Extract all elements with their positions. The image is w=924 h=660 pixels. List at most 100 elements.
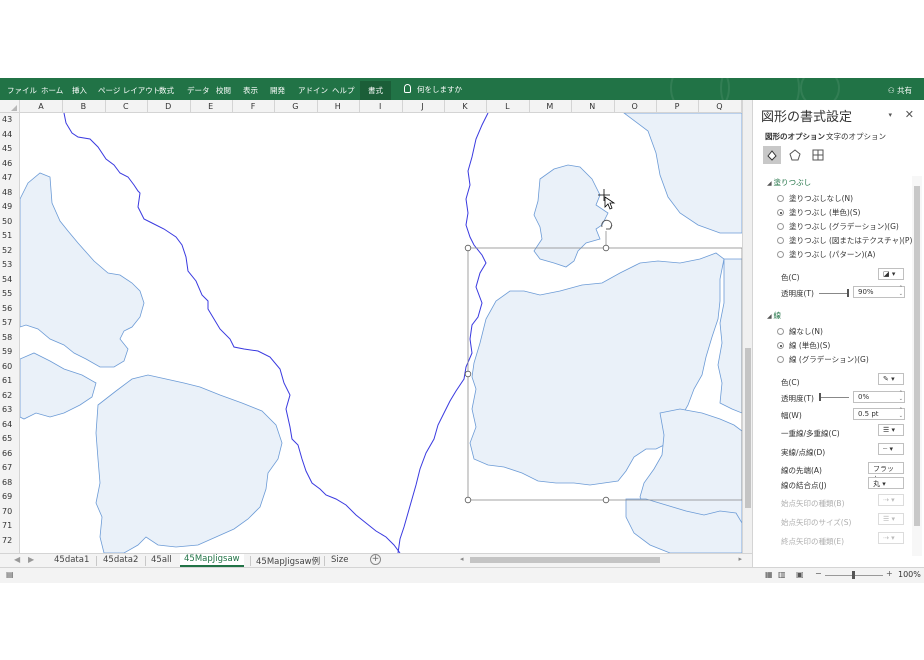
row-header[interactable]: 70 [2,507,12,516]
row-header[interactable]: 50 [2,217,12,226]
row-header[interactable]: 60 [2,362,12,371]
row-header[interactable]: 51 [2,231,12,240]
row-header[interactable]: 43 [2,115,12,124]
share-button[interactable]: ⚇ 共有 [888,85,912,96]
row-header[interactable]: 55 [2,289,12,298]
row-header[interactable]: 53 [2,260,12,269]
worksheet-grid[interactable] [20,113,742,553]
column-header[interactable]: B [62,102,104,111]
column-header[interactable]: P [656,102,698,111]
tab-developer[interactable]: 開発 [270,85,285,96]
column-header[interactable]: G [274,102,316,111]
row-header[interactable]: 44 [2,130,12,139]
line-transparency-slider[interactable] [819,397,849,398]
column-header[interactable]: J [402,102,444,111]
tab-format[interactable]: 書式 [360,81,391,100]
sheet-tab[interactable]: Size [331,555,348,565]
row-header[interactable]: 68 [2,478,12,487]
join-type-dropdown[interactable]: 丸 ▾ [868,477,904,489]
tab-help[interactable]: ヘルプ [332,85,355,96]
row-header[interactable]: 58 [2,333,12,342]
row-header[interactable]: 56 [2,304,12,313]
row-header[interactable]: 65 [2,434,12,443]
tab-file[interactable]: ファイル [7,85,37,96]
fill-picture-radio[interactable]: 塗りつぶし (図またはテクスチャ)(P) [777,235,912,246]
line-gradient-radio[interactable]: 線 (グラデーション)(G) [777,354,869,365]
line-transparency-slider-thumb[interactable] [819,393,821,401]
row-header[interactable]: 57 [2,318,12,327]
tab-shape-options[interactable]: 図形のオプション [765,131,825,142]
scroll-left-icon[interactable]: ◂ [460,555,464,563]
row-header[interactable]: 62 [2,391,12,400]
row-header[interactable]: 47 [2,173,12,182]
fill-transparency-slider-thumb[interactable] [847,289,849,297]
row-header[interactable]: 45 [2,144,12,153]
line-none-radio[interactable]: 線なし(N) [777,326,823,337]
tab-review[interactable]: 校閲 [216,85,231,96]
row-header[interactable]: 48 [2,188,12,197]
tab-insert[interactable]: 挿入 [72,85,87,96]
column-header[interactable]: E [190,102,232,111]
zoom-out-icon[interactable]: − [815,569,822,578]
sheet-tab[interactable]: 45data1 [54,555,89,565]
sheet-tab[interactable]: 45all [151,555,172,565]
line-transparency-input[interactable]: 0% [853,390,905,403]
horizontal-scrollbar[interactable]: ◂ ▸ [460,555,742,565]
line-solid-radio[interactable]: 線 (単色)(S) [777,340,830,351]
column-header[interactable]: F [232,102,274,111]
column-header[interactable]: O [614,102,656,111]
select-all-corner[interactable] [0,100,20,113]
line-color-picker[interactable]: ✎ ▾ [878,373,904,385]
tab-view[interactable]: 表示 [243,85,258,96]
dash-type-dropdown[interactable]: ┈ ▾ [878,443,904,455]
tab-formulas[interactable]: 数式 [159,85,174,96]
sheet-prev-icon[interactable]: ◀ [14,555,20,564]
page-break-view-icon[interactable]: ▣ [796,570,804,579]
column-header[interactable]: H [317,102,359,111]
row-header[interactable]: 64 [2,420,12,429]
normal-view-icon[interactable]: ▦ [765,570,773,579]
zoom-in-icon[interactable]: + [886,569,893,578]
vertical-scroll-thumb[interactable] [745,348,751,508]
column-header[interactable]: L [486,102,528,111]
fill-pattern-radio[interactable]: 塗りつぶし (パターン)(A) [777,249,875,260]
effects-icon[interactable] [786,146,804,164]
row-header[interactable]: 59 [2,347,12,356]
row-header[interactable]: 49 [2,202,12,211]
row-header[interactable]: 72 [2,536,12,545]
line-width-input[interactable]: 0.5 pt [853,407,905,420]
column-header[interactable]: Q [698,102,740,111]
row-header[interactable]: 67 [2,463,12,472]
sheet-tab-active[interactable]: 45MapJigsaw [180,554,244,567]
scroll-right-icon[interactable]: ▸ [738,555,742,563]
tab-home[interactable]: ホーム [41,85,63,96]
line-section-header[interactable]: 線 [767,310,782,321]
column-header[interactable]: M [529,102,571,111]
tell-me-box[interactable]: 何をしますか [404,84,462,95]
tab-data[interactable]: データ [187,85,210,96]
tab-addins[interactable]: アドイン [298,85,328,96]
fill-solid-radio[interactable]: 塗りつぶし (単色)(S) [777,207,860,218]
zoom-level[interactable]: 100% [898,570,921,579]
size-properties-icon[interactable] [809,146,827,164]
fill-color-picker[interactable]: ◪ ▾ [878,268,904,280]
sheet-next-icon[interactable]: ▶ [28,555,34,564]
cap-type-dropdown[interactable]: フラット ▾ [868,462,904,483]
add-sheet-icon[interactable]: + [370,554,381,565]
fill-gradient-radio[interactable]: 塗りつぶし (グラデーション)(G) [777,221,899,232]
pane-scrollbar[interactable] [912,176,922,556]
row-header[interactable]: 71 [2,521,12,530]
fill-line-icon[interactable] [763,146,781,164]
column-header[interactable]: A [20,102,62,111]
sheet-tab[interactable]: 45data2 [103,555,138,565]
vertical-scrollbar[interactable] [742,100,752,553]
row-header[interactable]: 63 [2,405,12,414]
pane-scroll-thumb[interactable] [914,186,920,526]
macro-record-icon[interactable]: ▤ [6,570,14,579]
horizontal-scroll-thumb[interactable] [470,557,660,563]
row-header[interactable]: 52 [2,246,12,255]
fill-none-radio[interactable]: 塗りつぶしなし(N) [777,193,853,204]
zoom-slider-thumb[interactable] [852,571,855,579]
row-header[interactable]: 66 [2,449,12,458]
tab-text-options[interactable]: 文字のオプション [826,131,886,142]
